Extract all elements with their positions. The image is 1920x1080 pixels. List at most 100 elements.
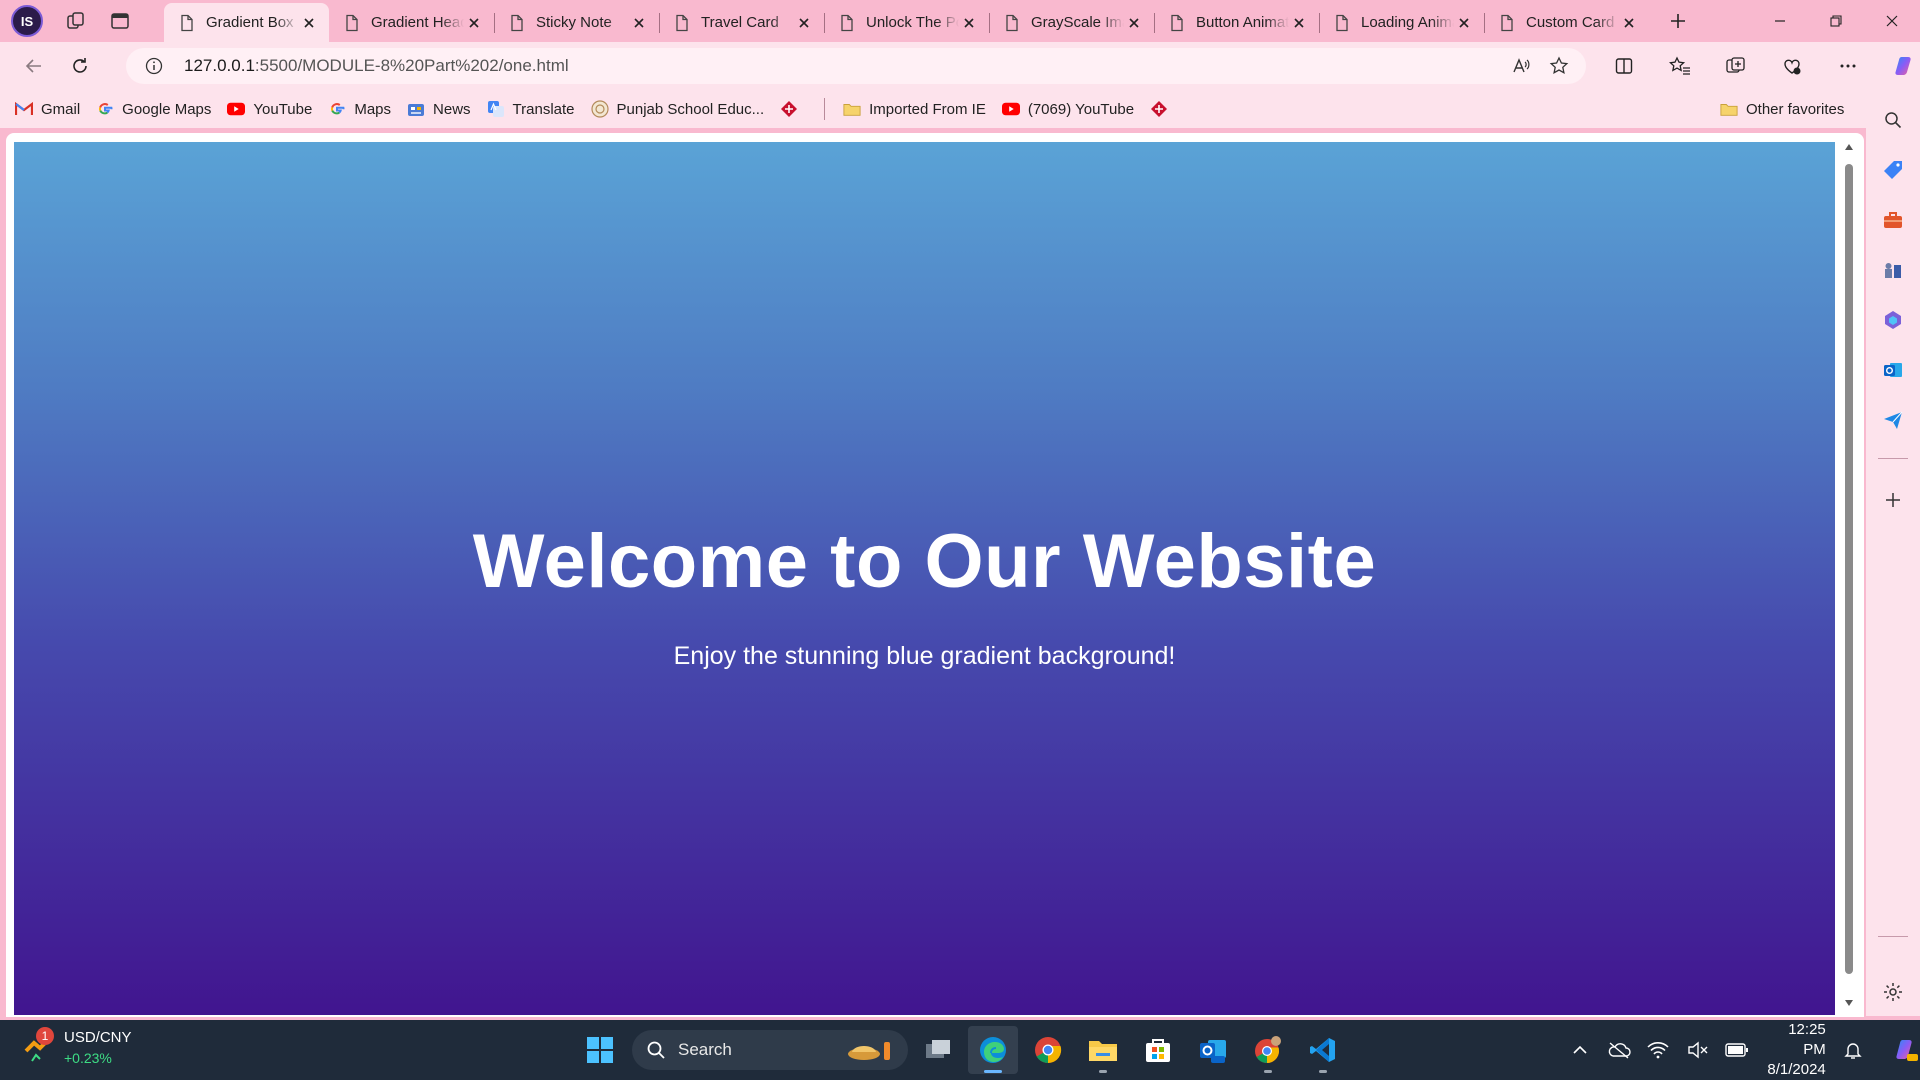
taskbar-search[interactable]: Search	[632, 1030, 908, 1070]
windows-logo-icon	[587, 1037, 613, 1063]
favorite-extension-1[interactable]	[772, 94, 814, 124]
tab-gradient-header[interactable]: Gradient Header	[329, 3, 494, 42]
document-icon	[1171, 14, 1183, 31]
collections-icon[interactable]	[1708, 42, 1764, 90]
chrome-profile-icon[interactable]	[1243, 1026, 1293, 1074]
close-icon[interactable]	[464, 13, 484, 33]
more-options-icon[interactable]	[1820, 42, 1876, 90]
games-icon[interactable]	[1877, 254, 1909, 286]
address-bar[interactable]: 127.0.0.1:5500/MODULE-8%20Part%202/one.h…	[126, 48, 1586, 84]
close-window-button[interactable]	[1864, 0, 1920, 42]
search-highlight-icon	[848, 1042, 890, 1060]
document-icon	[346, 14, 358, 31]
favorite-label: Punjab School Educ...	[616, 100, 765, 118]
favorite-google-maps[interactable]: Google Maps	[88, 94, 219, 124]
new-tab-button[interactable]	[1660, 3, 1696, 39]
favorite-youtube-count[interactable]: (7069) YouTube	[994, 94, 1142, 124]
microsoft-365-icon[interactable]	[1877, 304, 1909, 336]
notification-bell-icon[interactable]	[1834, 1030, 1873, 1070]
send-icon[interactable]	[1877, 404, 1909, 436]
start-button[interactable]	[578, 1028, 622, 1072]
close-icon[interactable]	[794, 13, 814, 33]
scrollbar-thumb[interactable]	[1845, 164, 1853, 974]
tab-unlock-the-power[interactable]: Unlock The Power	[824, 3, 989, 42]
close-icon[interactable]	[1454, 13, 1474, 33]
split-screen-icon[interactable]	[1596, 42, 1652, 90]
shopping-tag-icon[interactable]	[1877, 154, 1909, 186]
close-icon[interactable]	[629, 13, 649, 33]
vertical-tabs-icon[interactable]	[99, 0, 141, 42]
chrome-icon[interactable]	[1023, 1026, 1073, 1074]
task-view-icon[interactable]	[913, 1026, 963, 1074]
minimize-button[interactable]	[1752, 0, 1808, 42]
scroll-down-icon[interactable]	[1842, 996, 1856, 1010]
close-icon[interactable]	[1619, 13, 1639, 33]
url-text[interactable]: 127.0.0.1:5500/MODULE-8%20Part%202/one.h…	[184, 56, 569, 76]
read-aloud-icon[interactable]	[1502, 48, 1540, 84]
tab-gradient-box[interactable]: Gradient Box	[164, 3, 329, 42]
tab-title: Loading Animation	[1361, 14, 1454, 31]
favorite-news[interactable]: News	[399, 94, 479, 124]
favorite-gmail[interactable]: Gmail	[7, 94, 88, 124]
scroll-up-icon[interactable]	[1842, 140, 1856, 154]
search-icon[interactable]	[1877, 104, 1909, 136]
tab-travel-card[interactable]: Travel Card	[659, 3, 824, 42]
browser-essentials-icon[interactable]	[1764, 42, 1820, 90]
favorite-translate[interactable]: Translate	[479, 94, 583, 124]
tab-sticky-note[interactable]: Sticky Note	[494, 3, 659, 42]
workspaces-icon[interactable]	[55, 0, 97, 42]
add-sidebar-app-icon[interactable]	[1877, 484, 1909, 516]
tab-loading-animation[interactable]: Loading Animation	[1319, 3, 1484, 42]
vscode-icon[interactable]	[1298, 1026, 1348, 1074]
refresh-icon	[73, 58, 87, 73]
vertical-scrollbar[interactable]	[1840, 140, 1856, 1012]
microsoft-store-icon[interactable]	[1133, 1026, 1183, 1074]
back-button[interactable]	[14, 46, 54, 86]
favorite-star-icon[interactable]	[1540, 48, 1578, 84]
close-icon[interactable]	[959, 13, 979, 33]
favorite-label: Maps	[354, 100, 392, 118]
tab-grayscale-image[interactable]: GrayScale Image	[989, 3, 1154, 42]
close-icon[interactable]	[299, 13, 319, 33]
favorite-imported-from-ie[interactable]: Imported From IE	[835, 94, 994, 124]
other-favorites-folder[interactable]: Other favorites	[1712, 94, 1852, 124]
clock[interactable]: 12:25 PM 8/1/2024	[1763, 1020, 1825, 1080]
tab-title: Custom Card	[1526, 14, 1615, 31]
close-icon[interactable]	[1289, 13, 1309, 33]
tab-button-animation[interactable]: Button Animation	[1154, 3, 1319, 42]
close-icon[interactable]	[1124, 13, 1144, 33]
sidebar-divider	[1878, 458, 1908, 459]
favorite-label: News	[433, 100, 471, 118]
refresh-button[interactable]	[60, 46, 100, 86]
chevron-up-icon[interactable]	[1560, 1030, 1599, 1070]
favorites-icon[interactable]	[1652, 42, 1708, 90]
volume-muted-icon[interactable]	[1678, 1030, 1717, 1070]
outlook-icon[interactable]	[1877, 354, 1909, 386]
file-explorer-icon[interactable]	[1078, 1026, 1128, 1074]
copilot-icon[interactable]	[1876, 42, 1920, 90]
edge-browser-icon[interactable]	[968, 1026, 1018, 1074]
site-info-icon[interactable]	[136, 48, 172, 84]
youtube-icon	[1001, 100, 1020, 118]
favorite-punjab-school[interactable]: Punjab School Educ...	[583, 94, 773, 124]
onedrive-offline-icon[interactable]	[1599, 1030, 1638, 1070]
copilot-taskbar-icon[interactable]	[1885, 1030, 1920, 1070]
favorite-youtube[interactable]: YouTube	[219, 94, 320, 124]
profile-avatar[interactable]: IS	[11, 5, 43, 37]
battery-icon[interactable]	[1717, 1030, 1756, 1070]
gradient-background: Welcome to Our Website Enjoy the stunnin…	[14, 142, 1835, 1015]
widgets-button[interactable]: 1 USD/CNY +0.23%	[22, 1027, 132, 1068]
restore-button[interactable]	[1808, 0, 1864, 42]
tab-title: Travel Card	[701, 14, 779, 31]
gmail-icon	[15, 100, 33, 118]
tab-custom-card[interactable]: Custom Card	[1484, 3, 1649, 42]
tab-title: Gradient Box	[206, 14, 294, 31]
page-viewport: Welcome to Our Website Enjoy the stunnin…	[6, 133, 1864, 1017]
windows-taskbar: 1 USD/CNY +0.23% Search 12:25 PM 8/1/202…	[0, 1020, 1920, 1080]
outlook-new-icon[interactable]	[1188, 1026, 1238, 1074]
tools-icon[interactable]	[1877, 204, 1909, 236]
wifi-icon[interactable]	[1639, 1030, 1678, 1070]
favorite-maps[interactable]: Maps	[320, 94, 399, 124]
settings-gear-icon[interactable]	[1877, 976, 1909, 1008]
favorite-extension-2[interactable]	[1142, 94, 1184, 124]
